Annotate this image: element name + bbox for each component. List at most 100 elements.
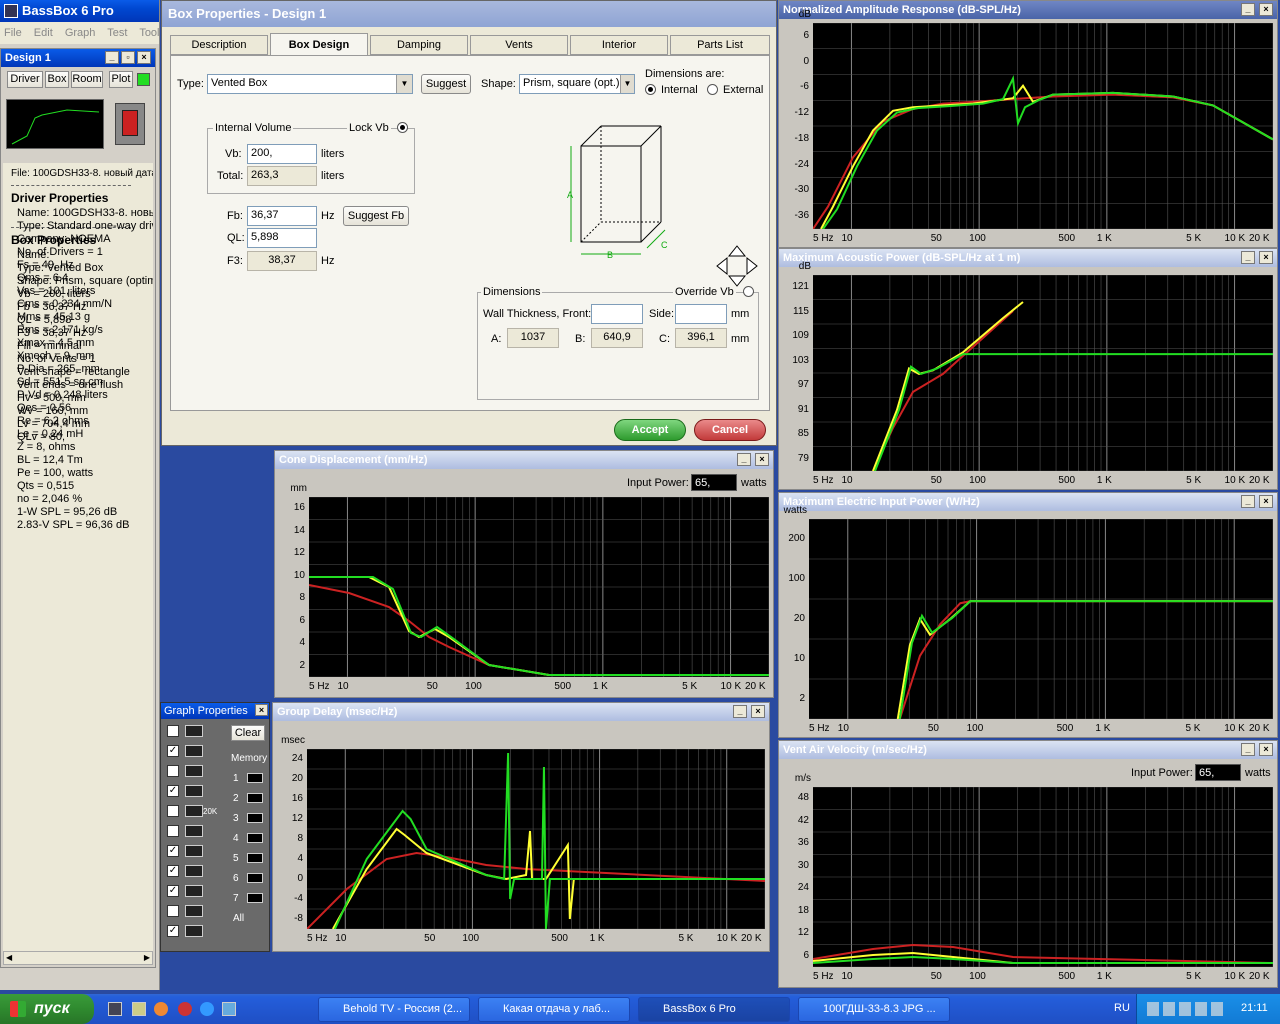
graph-option-checkbox[interactable] xyxy=(167,825,179,837)
memory-slot-button[interactable] xyxy=(247,793,263,803)
property-line: Type: Standard one-way driv xyxy=(17,220,153,232)
minimize-button[interactable]: _ xyxy=(1241,3,1255,16)
input-power-field[interactable]: 65, xyxy=(691,474,737,491)
electric-plot[interactable] xyxy=(809,519,1273,719)
memory-slot-button[interactable] xyxy=(247,773,263,783)
scroll-left-icon[interactable]: ◀ xyxy=(6,953,12,962)
close-button[interactable]: × xyxy=(755,453,769,466)
acoustic-plot[interactable] xyxy=(813,275,1273,471)
quicklaunch-icon-6[interactable] xyxy=(222,1002,236,1016)
graph-option-checkbox[interactable] xyxy=(167,725,179,737)
close-button[interactable]: × xyxy=(1259,743,1273,756)
type-value: Vented Box xyxy=(211,77,268,89)
minimize-button[interactable]: _ xyxy=(1241,495,1255,508)
graph-option-checkbox[interactable] xyxy=(167,905,179,917)
shape-select[interactable]: Prism, square (opt.) ▼ xyxy=(519,74,635,94)
clear-button[interactable]: Clear xyxy=(231,725,265,741)
menu-test[interactable]: Test xyxy=(107,27,127,39)
tray-icons[interactable] xyxy=(1147,1002,1223,1016)
memory-slot-button[interactable] xyxy=(247,873,263,883)
y-tick-label: -18 xyxy=(794,132,809,144)
menu-file[interactable]: File xyxy=(4,27,22,39)
taskbar-item-behold[interactable]: Behold TV - Россия (2... xyxy=(318,997,470,1022)
minimize-button[interactable]: _ xyxy=(105,51,119,64)
memory-slot-button[interactable] xyxy=(247,893,263,903)
fb-input[interactable]: 36,37 xyxy=(247,206,317,226)
override-vb-radio[interactable] xyxy=(743,286,754,297)
taskbar-item-image[interactable]: 100ГДШ-33-8.3 JPG ... xyxy=(798,997,950,1022)
suggest-fb-button[interactable]: Suggest Fb xyxy=(343,206,409,226)
side-input[interactable] xyxy=(675,304,727,324)
close-button[interactable]: × xyxy=(1259,3,1273,16)
ql-input[interactable]: 5,898 xyxy=(247,228,317,248)
cone-plot[interactable] xyxy=(309,497,769,677)
minimize-button[interactable]: _ xyxy=(1241,743,1255,756)
memory-slot-button[interactable] xyxy=(247,813,263,823)
property-line: Hv = 500, mm xyxy=(17,392,86,404)
close-button[interactable]: × xyxy=(255,704,268,716)
plot-button[interactable]: Plot xyxy=(109,71,133,88)
x-tick-label: 100 xyxy=(969,971,986,982)
graph-option-checkbox[interactable] xyxy=(167,805,179,817)
chevron-down-icon[interactable]: ▼ xyxy=(620,75,634,93)
close-button[interactable]: × xyxy=(751,705,765,718)
quicklaunch-icon-2[interactable] xyxy=(132,1002,146,1016)
horizontal-scrollbar[interactable]: ◀ ▶ xyxy=(3,951,153,965)
graph-option-checkbox[interactable]: ✓ xyxy=(167,885,179,897)
tab-damping[interactable]: Damping xyxy=(370,35,468,55)
minimize-button[interactable]: _ xyxy=(1241,251,1255,264)
quicklaunch-icon-5[interactable] xyxy=(200,1002,214,1016)
type-select[interactable]: Vented Box ▼ xyxy=(207,74,413,94)
memory-slot-button[interactable] xyxy=(247,853,263,863)
suggest-button[interactable]: Suggest xyxy=(421,74,471,94)
room-button[interactable]: Room xyxy=(71,71,103,88)
restore-button[interactable]: ▫ xyxy=(121,51,135,64)
vent-plot[interactable] xyxy=(813,787,1273,967)
start-button[interactable]: пуск xyxy=(0,994,94,1024)
box-button[interactable]: Box xyxy=(45,71,69,88)
menu-graph[interactable]: Graph xyxy=(65,27,96,39)
graph-option-checkbox[interactable] xyxy=(167,765,179,777)
minimize-button[interactable]: _ xyxy=(733,705,747,718)
quicklaunch-icon-1[interactable] xyxy=(108,1002,122,1016)
rotate-view-icon[interactable] xyxy=(715,244,759,288)
graph-option-checkbox[interactable]: ✓ xyxy=(167,785,179,797)
tab-description[interactable]: Description xyxy=(170,35,268,55)
quicklaunch-icon-3[interactable] xyxy=(154,1002,168,1016)
chevron-down-icon[interactable]: ▼ xyxy=(396,75,412,93)
delay-plot[interactable] xyxy=(307,749,765,929)
lock-vb-radio[interactable] xyxy=(397,122,408,133)
wall-front-input[interactable] xyxy=(591,304,643,324)
graph-option-checkbox[interactable]: ✓ xyxy=(167,845,179,857)
tab-interior[interactable]: Interior xyxy=(570,35,668,55)
property-line: Name: 100GDSH33-8. новы xyxy=(17,207,153,219)
external-radio[interactable] xyxy=(707,84,718,95)
close-button[interactable]: × xyxy=(137,51,151,64)
thumbnail-graph[interactable] xyxy=(6,99,104,149)
close-button[interactable]: × xyxy=(1259,251,1273,264)
tab-box-design[interactable]: Box Design xyxy=(270,33,368,55)
input-power-field[interactable]: 65, xyxy=(1195,764,1241,781)
minimize-button[interactable]: _ xyxy=(737,453,751,466)
accept-button[interactable]: Accept xyxy=(614,419,686,441)
graph-option-checkbox[interactable]: ✓ xyxy=(167,925,179,937)
menu-tools[interactable]: Tools xyxy=(139,27,159,39)
b-label: B: xyxy=(575,333,586,345)
menu-edit[interactable]: Edit xyxy=(34,27,53,39)
vb-input[interactable]: 200, xyxy=(247,144,317,164)
quicklaunch-icon-4[interactable] xyxy=(178,1002,192,1016)
tab-vents[interactable]: Vents xyxy=(470,35,568,55)
taskbar-item-bassbox[interactable]: BassBox 6 Pro xyxy=(638,997,790,1022)
amplitude-plot[interactable] xyxy=(813,23,1273,229)
close-button[interactable]: × xyxy=(1259,495,1273,508)
driver-button[interactable]: Driver xyxy=(7,71,43,88)
taskbar-item-browser[interactable]: Какая отдача у лаб... xyxy=(478,997,630,1022)
internal-radio[interactable] xyxy=(645,84,656,95)
memory-slot-button[interactable] xyxy=(247,833,263,843)
graph-option-checkbox[interactable]: ✓ xyxy=(167,865,179,877)
cancel-button[interactable]: Cancel xyxy=(694,419,766,441)
scroll-right-icon[interactable]: ▶ xyxy=(144,953,150,962)
language-indicator[interactable]: RU xyxy=(1114,1002,1130,1014)
graph-option-checkbox[interactable]: ✓ xyxy=(167,745,179,757)
tab-parts-list[interactable]: Parts List xyxy=(670,35,770,55)
